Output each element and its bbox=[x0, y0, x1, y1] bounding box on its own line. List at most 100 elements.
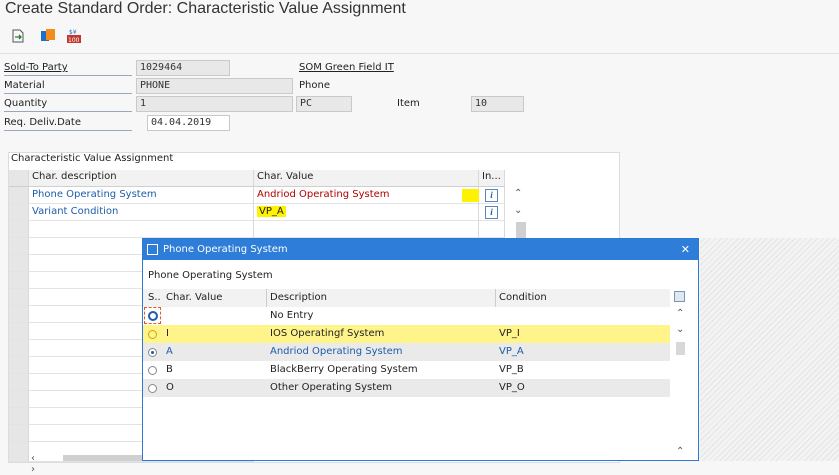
info-icon[interactable]: i bbox=[485, 189, 498, 202]
row-selector[interactable] bbox=[9, 357, 29, 374]
column-header-desc[interactable]: Char. description bbox=[29, 170, 254, 187]
scroll-up-icon[interactable]: ⌃ bbox=[514, 188, 522, 199]
label-underline bbox=[4, 93, 132, 94]
copy-icon[interactable] bbox=[40, 28, 56, 44]
scroll-down-icon[interactable]: ⌄ bbox=[676, 324, 684, 335]
column-settings-icon[interactable] bbox=[674, 291, 685, 302]
char-value-input[interactable]: Andriod Operating System bbox=[254, 187, 479, 204]
horizontal-scrollbar[interactable] bbox=[63, 455, 143, 461]
req-deliv-field[interactable]: 04.04.2019 bbox=[147, 115, 230, 131]
column-header-select[interactable]: S.. bbox=[148, 289, 161, 307]
row-selector[interactable] bbox=[9, 255, 29, 272]
info-icon[interactable]: i bbox=[485, 206, 498, 219]
close-icon[interactable]: ✕ bbox=[681, 239, 690, 260]
window-icon bbox=[147, 244, 158, 255]
item-field[interactable]: 10 bbox=[471, 96, 524, 112]
popup-title-bar[interactable]: Phone Operating System ✕ bbox=[143, 239, 698, 260]
table-row-desc: Phone Operating System bbox=[29, 187, 254, 204]
table-row-desc: Variant Condition bbox=[29, 204, 254, 221]
list-item[interactable]: A Andriod Operating System VP_A bbox=[143, 343, 670, 361]
char-value: I bbox=[166, 328, 169, 339]
description: Andriod Operating System bbox=[270, 346, 403, 357]
quantity-field[interactable]: 1 bbox=[136, 96, 293, 112]
radio-button[interactable] bbox=[148, 366, 157, 375]
row-selector[interactable] bbox=[9, 442, 29, 462]
row-selector[interactable] bbox=[9, 425, 29, 442]
popup-title: Phone Operating System bbox=[163, 244, 288, 255]
select-column-header[interactable] bbox=[9, 170, 29, 187]
column-header-description[interactable]: Description bbox=[270, 289, 327, 307]
list-item[interactable]: O Other Operating System VP_O bbox=[143, 379, 670, 397]
popup-header-row: S.. Char. Value Description Condition bbox=[143, 289, 670, 308]
background-pattern bbox=[700, 238, 839, 461]
char-value: A bbox=[166, 346, 173, 357]
row-selector[interactable] bbox=[9, 204, 29, 221]
description: Other Operating System bbox=[270, 382, 393, 393]
description: IOS Operatingf System bbox=[270, 328, 385, 339]
focus-marker bbox=[144, 307, 161, 324]
condition: VP_B bbox=[499, 364, 524, 375]
row-selector[interactable] bbox=[9, 340, 29, 357]
char-value: B bbox=[166, 364, 173, 375]
condition: VP_O bbox=[499, 382, 525, 393]
material-desc: Phone bbox=[299, 80, 330, 91]
scroll-down-icon[interactable]: ⌄ bbox=[514, 205, 522, 216]
label-underline bbox=[4, 130, 132, 131]
row-selector[interactable] bbox=[9, 374, 29, 391]
quantity-label: Quantity bbox=[4, 98, 48, 109]
row-selector[interactable] bbox=[9, 187, 29, 204]
unit-field[interactable]: PC bbox=[296, 96, 352, 112]
empty-cell[interactable] bbox=[254, 221, 479, 238]
continue-icon[interactable] bbox=[10, 28, 26, 44]
empty-cell[interactable] bbox=[29, 221, 254, 238]
list-item[interactable]: I IOS Operatingf System VP_I bbox=[143, 325, 670, 343]
row-selector[interactable] bbox=[9, 306, 29, 323]
material-field[interactable]: PHONE bbox=[136, 78, 293, 94]
row-selector[interactable] bbox=[9, 323, 29, 340]
pricing-icon[interactable]: $¥ 100 bbox=[66, 28, 82, 44]
radio-button[interactable] bbox=[148, 348, 157, 357]
scrollbar-thumb[interactable] bbox=[676, 342, 685, 355]
row-selector[interactable] bbox=[9, 391, 29, 408]
column-header-info[interactable]: In... bbox=[479, 170, 505, 187]
row-selector[interactable] bbox=[9, 238, 29, 255]
column-header-condition[interactable]: Condition bbox=[499, 289, 547, 307]
radio-button[interactable] bbox=[148, 330, 157, 339]
radio-button[interactable] bbox=[148, 384, 157, 393]
svg-text:100: 100 bbox=[68, 37, 80, 44]
column-header-value[interactable]: Char. Value bbox=[254, 170, 479, 187]
description: No Entry bbox=[270, 310, 314, 321]
scroll-up-icon[interactable]: ⌃ bbox=[676, 446, 684, 457]
row-selector[interactable] bbox=[9, 221, 29, 238]
condition: VP_I bbox=[499, 328, 520, 339]
sold-to-label[interactable]: Sold-To Party bbox=[4, 62, 68, 73]
row-selector[interactable] bbox=[9, 289, 29, 306]
list-item[interactable]: No Entry bbox=[143, 307, 670, 325]
svg-text:$¥: $¥ bbox=[69, 29, 77, 36]
sold-to-field[interactable]: 1029464 bbox=[136, 60, 230, 76]
window-title: Create Standard Order: Characteristic Va… bbox=[5, 0, 406, 17]
label-underline bbox=[4, 75, 132, 76]
sold-to-name: SOM Green Field IT bbox=[299, 62, 394, 73]
scroll-up-icon[interactable]: ⌃ bbox=[676, 308, 684, 319]
list-item[interactable]: B BlackBerry Operating System VP_B bbox=[143, 361, 670, 379]
value-help-popup: Phone Operating System ✕ Phone Operating… bbox=[142, 238, 699, 461]
item-label: Item bbox=[397, 98, 420, 109]
label-underline bbox=[4, 111, 132, 112]
column-header-char-value[interactable]: Char. Value bbox=[166, 289, 222, 307]
row-selector[interactable] bbox=[9, 272, 29, 289]
empty-cell bbox=[479, 221, 505, 238]
char-value-highlighted: VP_A bbox=[257, 206, 286, 217]
toolbar-divider bbox=[0, 53, 839, 54]
char-value-cell[interactable]: VP_A bbox=[254, 204, 479, 221]
horizontal-nav-icon[interactable]: ‹ › bbox=[31, 453, 35, 475]
material-label: Material bbox=[4, 80, 45, 91]
highlight-marker bbox=[462, 189, 479, 202]
description: BlackBerry Operating System bbox=[270, 364, 418, 375]
cva-title: Characteristic Value Assignment bbox=[11, 153, 174, 164]
req-deliv-label: Req. Deliv.Date bbox=[4, 117, 81, 128]
row-selector[interactable] bbox=[9, 408, 29, 425]
condition: VP_A bbox=[499, 346, 524, 357]
char-value: O bbox=[166, 382, 174, 393]
popup-subtitle: Phone Operating System bbox=[148, 270, 273, 281]
